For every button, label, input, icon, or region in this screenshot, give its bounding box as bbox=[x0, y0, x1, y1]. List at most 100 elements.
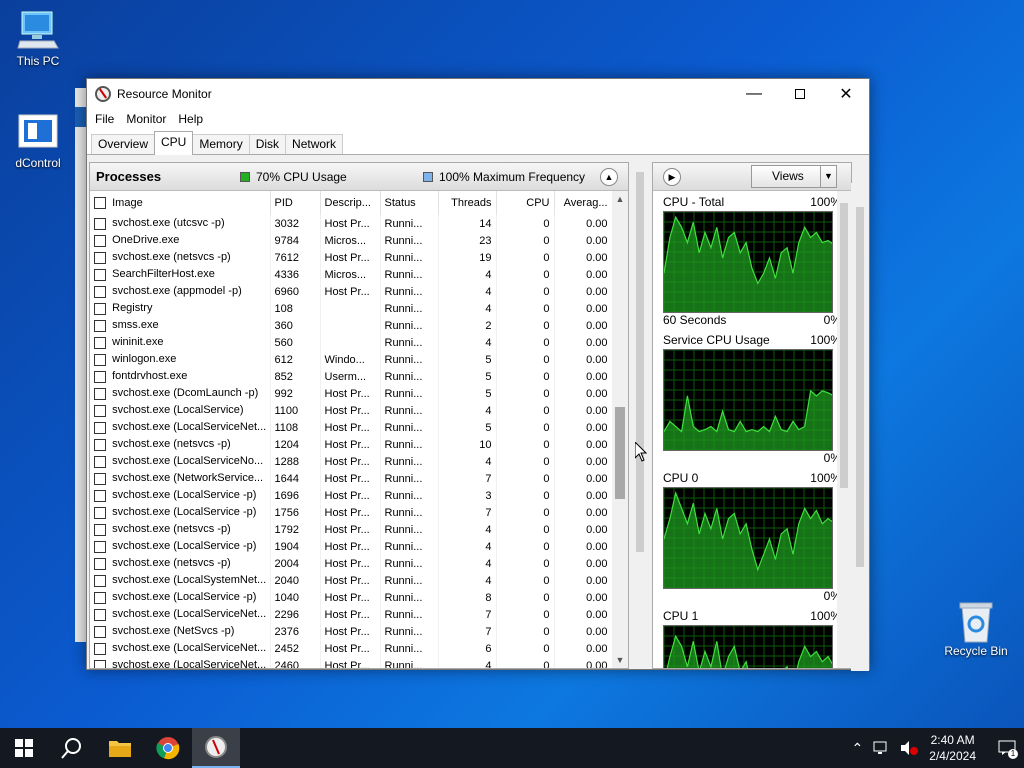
table-row[interactable]: fontdrvhost.exe 852 Userm... Runni... 5 0 0.00 bbox=[90, 368, 613, 385]
row-checkbox[interactable] bbox=[94, 472, 106, 485]
row-checkbox[interactable] bbox=[94, 506, 106, 519]
desktop-icon-this-pc[interactable]: This PC bbox=[0, 10, 76, 68]
table-row[interactable]: svchost.exe (LocalServiceNet... 2452 Host … bbox=[90, 640, 613, 657]
row-checkbox[interactable] bbox=[94, 234, 106, 247]
scroll-down-icon[interactable]: ▼ bbox=[612, 652, 628, 668]
scroll-up-icon[interactable]: ▲ bbox=[612, 191, 628, 207]
collapse-button[interactable]: ▲ bbox=[600, 168, 618, 186]
table-row[interactable]: winlogon.exe 612 Windo... Runni... 5 0 0.00 bbox=[90, 351, 613, 368]
table-row[interactable]: svchost.exe (LocalService -p) 1904 Host Pr… bbox=[90, 538, 613, 555]
row-checkbox[interactable] bbox=[94, 370, 106, 383]
table-row[interactable]: Registry 108 Runni... 4 0 0.00 bbox=[90, 300, 613, 317]
tab-overview[interactable]: Overview bbox=[91, 134, 156, 154]
row-checkbox[interactable] bbox=[94, 642, 106, 655]
row-checkbox[interactable] bbox=[94, 591, 106, 604]
processes-header[interactable]: Processes 70% CPU Usage 100% Maximum Fre… bbox=[90, 163, 628, 191]
row-checkbox[interactable] bbox=[94, 404, 106, 417]
taskbar-resource-monitor[interactable] bbox=[192, 728, 240, 768]
table-row[interactable]: svchost.exe (netsvcs -p) 1204 Host Pr... Ru… bbox=[90, 436, 613, 453]
row-checkbox[interactable] bbox=[94, 302, 106, 315]
row-checkbox[interactable] bbox=[94, 251, 106, 264]
title-bar[interactable]: Resource Monitor — ✕ bbox=[87, 79, 869, 109]
table-row[interactable]: svchost.exe (LocalService -p) 1040 Host Pr… bbox=[90, 589, 613, 606]
row-checkbox[interactable] bbox=[94, 353, 106, 366]
menu-monitor[interactable]: Monitor bbox=[120, 112, 172, 126]
processes-scrollbar[interactable]: ▲ ▼ bbox=[612, 191, 628, 668]
column-header-description[interactable]: Descrip... bbox=[320, 191, 381, 215]
row-checkbox[interactable] bbox=[94, 455, 106, 468]
row-checkbox[interactable] bbox=[94, 489, 106, 502]
tab-memory[interactable]: Memory bbox=[192, 134, 250, 154]
row-checkbox[interactable] bbox=[94, 268, 106, 281]
select-all-checkbox[interactable] bbox=[94, 197, 106, 210]
row-checkbox[interactable] bbox=[94, 319, 106, 332]
table-row[interactable]: svchost.exe (LocalService -p) 1756 Host Pr… bbox=[90, 504, 613, 521]
column-header-threads[interactable]: Threads bbox=[438, 191, 497, 215]
table-row[interactable]: OneDrive.exe 9784 Micros... Runni... 23 0 0.00 bbox=[90, 232, 613, 249]
computer-icon bbox=[16, 10, 60, 50]
menu-help[interactable]: Help bbox=[172, 112, 209, 126]
notifications-button[interactable]: 1 bbox=[990, 728, 1024, 768]
row-checkbox[interactable] bbox=[94, 285, 106, 298]
row-checkbox[interactable] bbox=[94, 540, 106, 553]
search-button[interactable] bbox=[48, 728, 96, 768]
table-row[interactable]: svchost.exe (LocalSystemNet... 2040 Host P… bbox=[90, 572, 613, 589]
row-checkbox[interactable] bbox=[94, 438, 106, 451]
column-header-image[interactable]: Image bbox=[90, 191, 271, 215]
row-checkbox[interactable] bbox=[94, 608, 106, 621]
expand-button[interactable]: ▶ bbox=[663, 168, 681, 186]
taskbar-chrome[interactable] bbox=[144, 728, 192, 768]
row-checkbox[interactable] bbox=[94, 523, 106, 536]
table-row[interactable]: smss.exe 360 Runni... 2 0 0.00 bbox=[90, 317, 613, 334]
row-checkbox[interactable] bbox=[94, 557, 106, 570]
table-row[interactable]: svchost.exe (utcsvc -p) 3032 Host Pr... Run… bbox=[90, 215, 613, 232]
close-button[interactable]: ✕ bbox=[823, 79, 869, 109]
desktop-icon-recycle-bin[interactable]: Recycle Bin bbox=[936, 600, 1016, 658]
row-checkbox[interactable] bbox=[94, 217, 106, 230]
table-row[interactable]: svchost.exe (NetworkService... 1644 Host P… bbox=[90, 470, 613, 487]
table-row[interactable]: svchost.exe (LocalService) 1100 Host Pr...… bbox=[90, 402, 613, 419]
graphs-scrollbar[interactable] bbox=[837, 191, 851, 668]
maximize-button[interactable] bbox=[777, 79, 823, 109]
minimize-button[interactable]: — bbox=[731, 79, 777, 109]
table-row[interactable]: svchost.exe (LocalServiceNet... 1108 Host … bbox=[90, 419, 613, 436]
row-checkbox[interactable] bbox=[94, 336, 106, 349]
table-row[interactable]: svchost.exe (LocalServiceNet... 2460 Host … bbox=[90, 657, 613, 668]
table-row[interactable]: svchost.exe (appmodel -p) 6960 Host Pr... R… bbox=[90, 283, 613, 300]
column-header-status[interactable]: Status bbox=[380, 191, 439, 215]
table-row[interactable]: svchost.exe (netsvcs -p) 7612 Host Pr... Ru… bbox=[90, 249, 613, 266]
row-checkbox[interactable] bbox=[94, 659, 106, 668]
network-icon[interactable] bbox=[873, 740, 891, 756]
clock[interactable]: 2:40 AM 2/4/2024 bbox=[929, 732, 976, 764]
taskbar-file-explorer[interactable] bbox=[96, 728, 144, 768]
table-row[interactable]: wininit.exe 560 Runni... 4 0 0.00 bbox=[90, 334, 613, 351]
table-row[interactable]: svchost.exe (LocalServiceNet... 2296 Host … bbox=[90, 606, 613, 623]
table-row[interactable]: svchost.exe (LocalServiceNo... 1288 Host P… bbox=[90, 453, 613, 470]
tab-disk[interactable]: Disk bbox=[248, 134, 287, 154]
start-button[interactable] bbox=[0, 728, 48, 768]
desktop-icon-dcontrol[interactable]: dControl bbox=[0, 112, 76, 170]
table-row[interactable]: svchost.exe (netsvcs -p) 2004 Host Pr... Ru… bbox=[90, 555, 613, 572]
row-checkbox[interactable] bbox=[94, 421, 106, 434]
table-row[interactable]: svchost.exe (LocalService -p) 1696 Host Pr… bbox=[90, 487, 613, 504]
views-dropdown[interactable]: Views ▼ bbox=[751, 165, 837, 188]
scrollbar-thumb[interactable] bbox=[615, 407, 625, 499]
volume-muted-icon[interactable] bbox=[899, 740, 919, 756]
table-row[interactable]: svchost.exe (DcomLaunch -p) 992 Host Pr...… bbox=[90, 385, 613, 402]
window-scrollbar[interactable] bbox=[851, 183, 869, 671]
pane-splitter[interactable] bbox=[632, 162, 648, 669]
row-checkbox[interactable] bbox=[94, 625, 106, 638]
column-header-pid[interactable]: PID bbox=[270, 191, 321, 215]
menu-file[interactable]: File bbox=[89, 112, 120, 126]
row-checkbox[interactable] bbox=[94, 574, 106, 587]
table-row[interactable]: svchost.exe (NetSvcs -p) 2376 Host Pr... Ru… bbox=[90, 623, 613, 640]
column-header-average-cpu[interactable]: Averag... bbox=[554, 191, 613, 215]
table-row[interactable]: svchost.exe (netsvcs -p) 1792 Host Pr... Ru… bbox=[90, 521, 613, 538]
chevron-up-icon[interactable]: ⌃ bbox=[852, 740, 864, 757]
scrollbar-thumb[interactable] bbox=[840, 203, 848, 488]
row-checkbox[interactable] bbox=[94, 387, 106, 400]
column-header-cpu[interactable]: CPU bbox=[496, 191, 555, 215]
tab-cpu[interactable]: CPU bbox=[154, 131, 194, 155]
tab-network[interactable]: Network bbox=[285, 134, 344, 154]
table-row[interactable]: SearchFilterHost.exe 4336 Micros... Runni..… bbox=[90, 266, 613, 283]
